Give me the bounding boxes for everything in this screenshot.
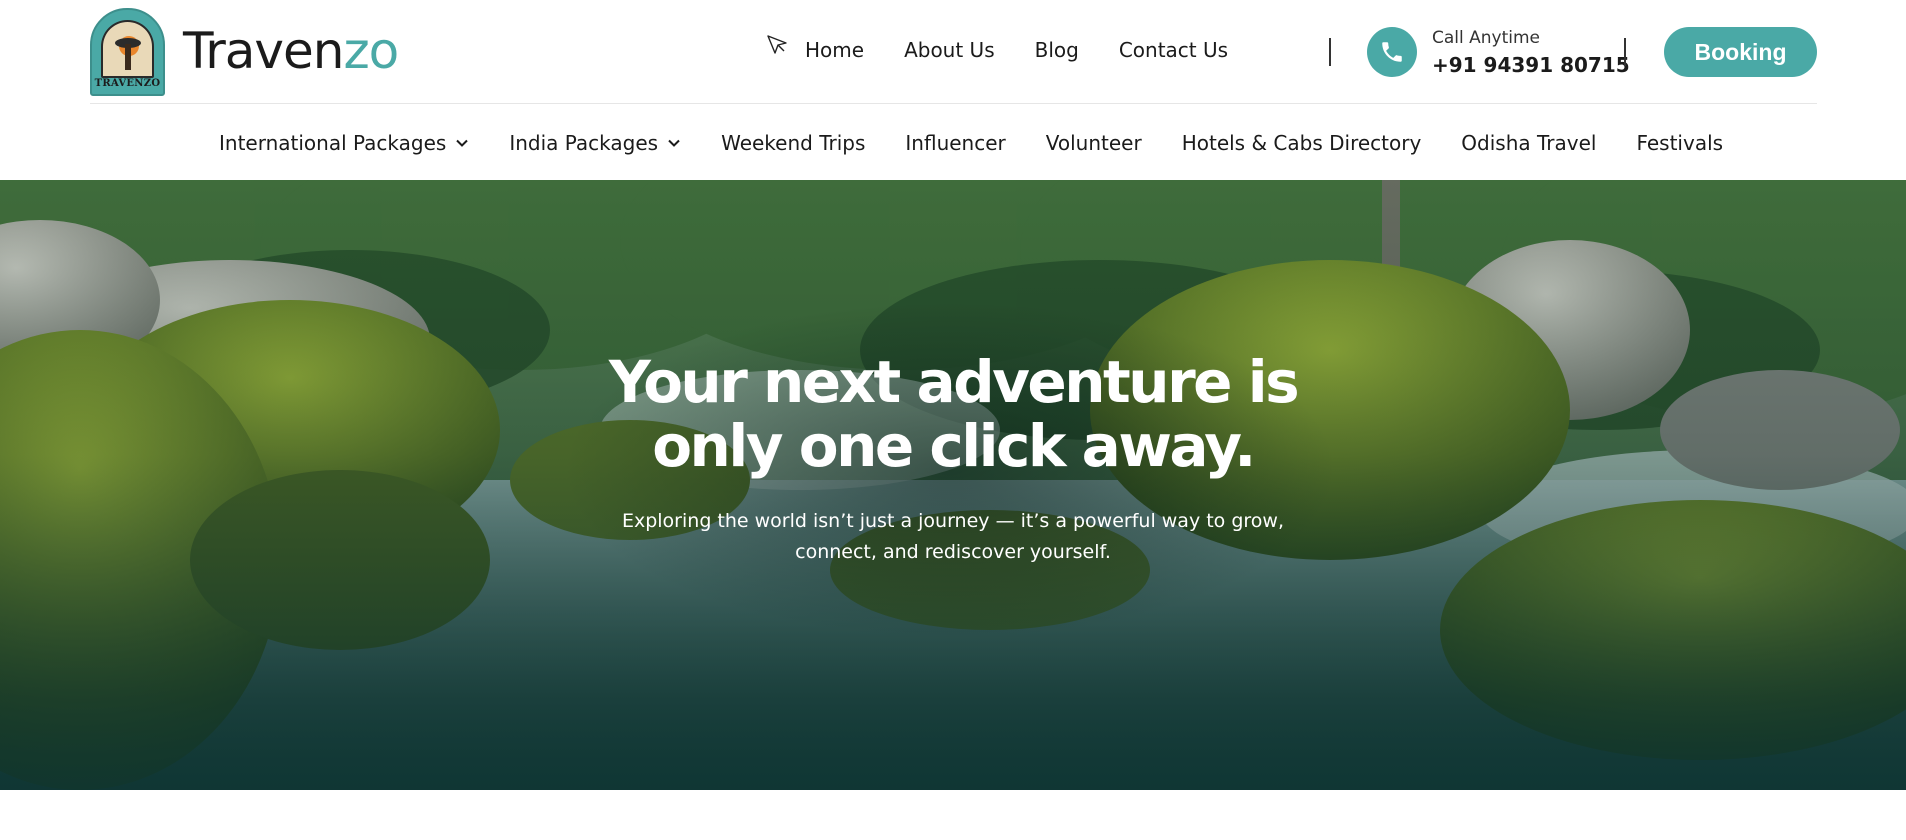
nav-odisha-travel[interactable]: Odisha Travel bbox=[1461, 131, 1596, 155]
nav-international-packages[interactable]: International Packages bbox=[219, 131, 469, 155]
top-nav: Home About Us Blog Contact Us bbox=[805, 38, 1228, 62]
brand-name-main: Traven bbox=[183, 22, 344, 80]
nav-home[interactable]: Home bbox=[805, 38, 864, 62]
nav-contact-us[interactable]: Contact Us bbox=[1119, 38, 1228, 62]
hero-subtitle-line: connect, and rediscover yourself. bbox=[795, 541, 1111, 563]
logo[interactable]: TRAVENZO bbox=[90, 8, 165, 96]
nav-label: Weekend Trips bbox=[721, 131, 866, 155]
main-nav: International Packages India Packages We… bbox=[219, 128, 1723, 158]
logo-text: TRAVENZO bbox=[94, 78, 161, 89]
phone-icon bbox=[1382, 42, 1402, 62]
nav-label: International Packages bbox=[219, 131, 447, 155]
chevron-down-icon bbox=[456, 139, 469, 147]
chevron-down-icon bbox=[668, 139, 680, 147]
hero-title-line: only one click away. bbox=[652, 412, 1256, 480]
nav-label: Hotels & Cabs Directory bbox=[1181, 131, 1422, 155]
nav-weekend-trips[interactable]: Weekend Trips bbox=[721, 131, 865, 155]
header-divider bbox=[90, 103, 1817, 104]
nav-label: Festivals bbox=[1636, 131, 1724, 155]
site-header: TRAVENZO Travenzo Home About Us Blog Con… bbox=[0, 0, 1906, 104]
call-label: Call Anytime bbox=[1432, 28, 1541, 48]
phone-button[interactable] bbox=[1367, 27, 1417, 77]
nav-influencer[interactable]: Influencer bbox=[905, 131, 1005, 155]
hero-title: Your next adventure is only one click aw… bbox=[503, 350, 1403, 478]
nav-about-us[interactable]: About Us bbox=[904, 38, 995, 62]
nav-label: Volunteer bbox=[1045, 131, 1142, 155]
nav-festivals[interactable]: Festivals bbox=[1636, 131, 1723, 155]
nav-blog[interactable]: Blog bbox=[1035, 38, 1079, 62]
divider bbox=[1329, 38, 1331, 66]
phone-number[interactable]: +91 94391 80715 bbox=[1432, 53, 1630, 77]
hero-subtitle: Exploring the world isn’t just a journey… bbox=[553, 506, 1353, 568]
hero-title-line: Your next adventure is bbox=[608, 348, 1300, 416]
nav-label: Odisha Travel bbox=[1461, 131, 1597, 155]
booking-button[interactable]: Booking bbox=[1664, 27, 1817, 77]
nav-hotels-cabs-directory[interactable]: Hotels & Cabs Directory bbox=[1182, 131, 1422, 155]
brand-name-accent: zo bbox=[343, 22, 399, 80]
tree-icon bbox=[125, 44, 131, 70]
brand-name[interactable]: Travenzo bbox=[183, 20, 399, 82]
hero-subtitle-line: Exploring the world isn’t just a journey… bbox=[621, 510, 1285, 532]
logo-arch bbox=[101, 20, 154, 78]
hero-section: Your next adventure is only one click aw… bbox=[0, 180, 1906, 790]
nav-label: Influencer bbox=[905, 131, 1006, 155]
divider bbox=[1624, 38, 1626, 66]
nav-india-packages[interactable]: India Packages bbox=[509, 131, 681, 155]
nav-label: India Packages bbox=[509, 131, 659, 155]
nav-volunteer[interactable]: Volunteer bbox=[1046, 131, 1142, 155]
cursor-icon bbox=[767, 35, 787, 54]
